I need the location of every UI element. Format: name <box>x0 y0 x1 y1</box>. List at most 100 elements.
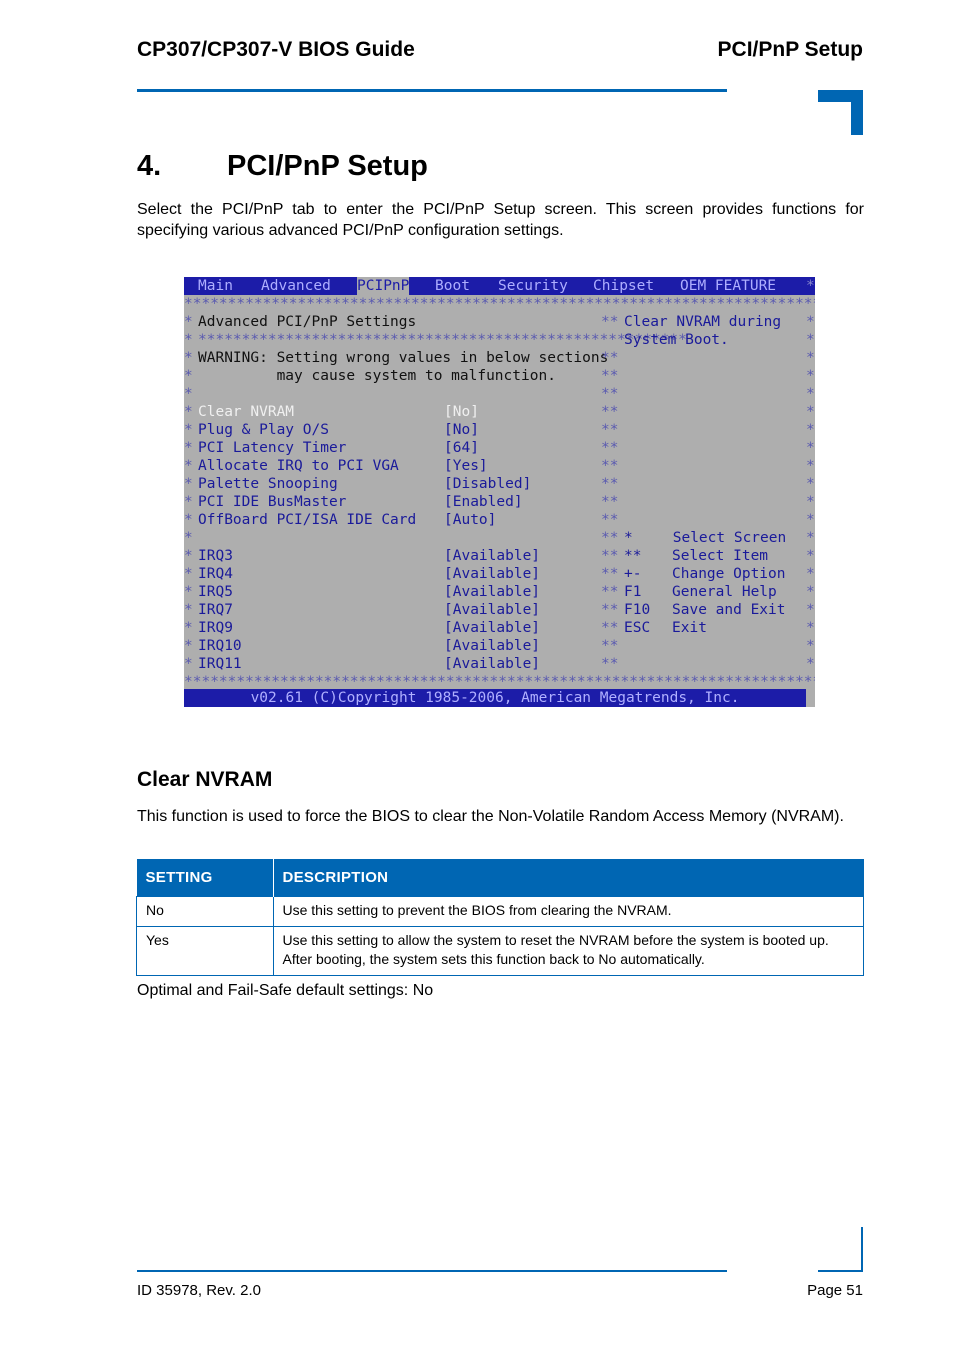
bios-tab-main: Main <box>198 278 233 294</box>
border-star: * <box>806 476 815 492</box>
border-star: * <box>184 494 193 510</box>
setting-label: PCI Latency Timer <box>198 440 347 456</box>
border-star: * <box>184 332 193 348</box>
divider-stars: ** <box>601 314 619 330</box>
settings-table: SETTING DESCRIPTION No Use this setting … <box>136 859 864 976</box>
key-action: Change Option <box>672 566 786 582</box>
border-star: * <box>806 386 815 402</box>
divider-stars: ** <box>601 584 619 600</box>
chapter-title: 4. PCI/PnP Setup <box>137 150 428 183</box>
border-stars: ****************************************… <box>184 296 815 312</box>
corner-mark-bottom <box>818 1227 863 1272</box>
border-star: * <box>806 602 815 618</box>
setting-value: [No] <box>444 404 479 420</box>
setting-label: OffBoard PCI/ISA IDE Card <box>198 512 417 528</box>
border-star: * <box>806 314 815 330</box>
irq-label: IRQ11 <box>198 656 242 672</box>
setting-value: [Disabled] <box>444 476 532 492</box>
divider-stars: ** <box>601 530 619 546</box>
divider-stars: ** <box>601 620 619 636</box>
setting-label: Palette Snooping <box>198 476 338 492</box>
border-star: * <box>184 602 193 618</box>
bios-tab-security: Security <box>498 278 568 294</box>
default-settings-note: Optimal and Fail-Safe default settings: … <box>137 982 434 999</box>
table-row: No Use this setting to prevent the BIOS … <box>136 896 864 927</box>
key-name: +- <box>624 566 642 582</box>
bios-tab-chipset: Chipset <box>593 278 655 294</box>
chapter-intro: Select the PCI/PnP tab to enter the PCI/… <box>137 201 864 239</box>
footer-divider <box>137 1270 727 1272</box>
bios-tab-oem-feature: OEM FEATURE <box>680 278 777 294</box>
setting-value: [Yes] <box>444 458 488 474</box>
border-star: * <box>184 566 193 582</box>
divider-stars: ** <box>601 602 619 618</box>
border-star: * <box>184 314 193 330</box>
setting-value: [Enabled] <box>444 494 523 510</box>
key-action: General Help <box>672 584 777 600</box>
description-cell: Use this setting to allow the system to … <box>272 926 864 976</box>
header-divider <box>137 89 727 92</box>
border-star: * <box>806 638 815 654</box>
border-star: * <box>184 584 193 600</box>
setting-label: Allocate IRQ to PCI VGA <box>198 458 399 474</box>
border-star: * <box>806 530 815 546</box>
setting-cell: Yes <box>136 926 274 976</box>
border-star: * <box>184 512 193 528</box>
border-star: * <box>806 350 815 366</box>
divider-stars: ** <box>601 476 619 492</box>
irq-value: [Available] <box>444 602 541 618</box>
border-star: * <box>184 404 193 420</box>
key-action: Select Screen <box>664 530 787 546</box>
doc-title: CP307/CP307-V BIOS Guide <box>137 38 415 61</box>
chapter-number: 4. <box>137 150 162 182</box>
border-star: * <box>184 422 193 438</box>
irq-value: [Available] <box>444 566 541 582</box>
irq-value: [Available] <box>444 638 541 654</box>
irq-label: IRQ4 <box>198 566 233 582</box>
table-header-row: SETTING DESCRIPTION <box>136 859 864 897</box>
setting-cell: No <box>136 896 274 927</box>
key-name: F1 <box>624 584 642 600</box>
key-name: F10 <box>624 602 651 618</box>
divider-stars: ** <box>601 404 619 420</box>
page-number: Page 51 <box>807 1282 863 1299</box>
divider-stars: ** <box>601 566 619 582</box>
help-text: System Boot. <box>624 332 729 348</box>
border-star: * <box>806 422 815 438</box>
bios-tab-advanced: Advanced <box>261 278 331 294</box>
irq-value: [Available] <box>444 656 541 672</box>
irq-label: IRQ10 <box>198 638 242 654</box>
bios-copyright: v02.61 (C)Copyright 1985-2006, American … <box>184 689 806 707</box>
section-description: This function is used to force the BIOS … <box>137 808 844 825</box>
bios-tab-pcipnp: PCIPnP <box>357 277 410 295</box>
border-star: * <box>806 656 815 672</box>
setting-value: [No] <box>444 422 479 438</box>
irq-label: IRQ7 <box>198 602 233 618</box>
border-star: * <box>184 476 193 492</box>
border-star: * <box>806 494 815 510</box>
corner-mark-top <box>818 90 863 135</box>
warning-text: WARNING: Setting wrong values in below s… <box>198 350 609 366</box>
divider-stars: ** <box>601 548 619 564</box>
border-star: * <box>806 566 815 582</box>
setting-label: PCI IDE BusMaster <box>198 494 347 510</box>
divider-stars: ** <box>601 368 619 384</box>
document-id: ID 35978, Rev. 2.0 <box>137 1282 261 1299</box>
bios-tab-boot: Boot <box>435 278 470 294</box>
border-star: * <box>184 368 193 384</box>
divider-stars: ** <box>601 494 619 510</box>
border-star: * <box>184 386 193 402</box>
bios-screenshot: Main Advanced PCIPnP Boot Security Chips… <box>184 277 815 707</box>
irq-value: [Available] <box>444 584 541 600</box>
header-description: DESCRIPTION <box>272 859 864 897</box>
help-text: Clear NVRAM during <box>624 314 782 330</box>
header-section-name: PCI/PnP Setup <box>717 38 863 61</box>
irq-value: [Available] <box>444 620 541 636</box>
header-setting: SETTING <box>136 859 273 897</box>
warning-text: may cause system to malfunction. <box>198 368 556 384</box>
chapter-title-text: PCI/PnP Setup <box>227 150 428 182</box>
setting-value: [Auto] <box>444 512 497 528</box>
irq-value: [Available] <box>444 548 541 564</box>
border-star: * <box>184 440 193 456</box>
border-star: * <box>806 584 815 600</box>
